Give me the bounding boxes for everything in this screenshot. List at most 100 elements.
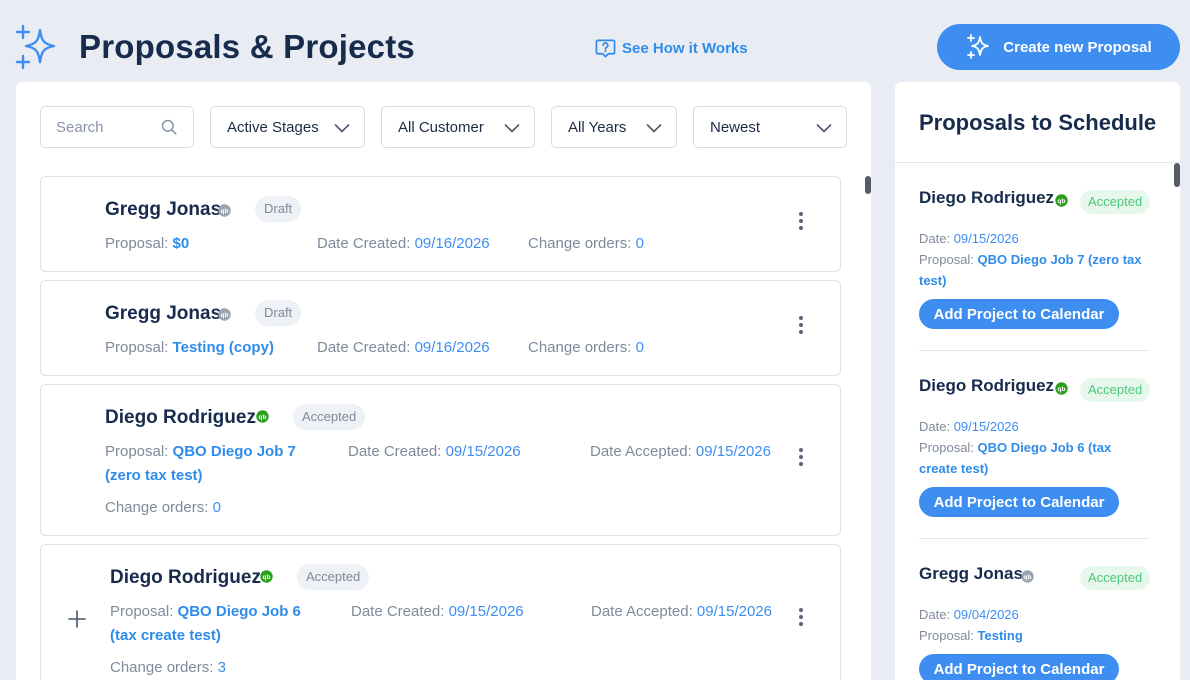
proposal-label: Proposal: [919,440,974,455]
date-created-field: Date Created: 09/15/2026 [351,600,524,624]
quickbooks-icon: qb [256,410,269,423]
change-orders-field: Change orders: 3 [110,656,226,680]
stage-filter-dropdown[interactable]: Active Stages [210,106,365,148]
change-orders-field: Change orders: 0 [528,232,644,256]
chevron-down-icon [504,124,520,133]
proposal-field: Proposal: QBO Diego Job 6 (tax create te… [110,600,325,648]
chevron-down-icon [816,124,832,133]
divider [919,538,1150,539]
divider [919,350,1150,351]
sparkle-icon [15,24,56,70]
search-input[interactable] [56,117,156,137]
date-accepted-label: Date Accepted: [591,603,693,620]
change-orders-value: 3 [217,659,226,676]
quickbooks-icon: qb [218,308,231,321]
date-created-value: 09/15/2026 [448,603,524,620]
proposal-field: Proposal: Testing (copy) [105,336,274,360]
more-options-icon[interactable] [798,316,804,336]
customer-name: Diego Rodriguez [105,407,256,428]
quickbooks-icon: qb [1021,570,1034,583]
customer-name: Gregg Jonas [105,199,222,220]
more-options-icon[interactable] [798,212,804,232]
add-project-to-calendar-button[interactable]: Add Project to Calendar [919,654,1119,680]
proposal-link[interactable]: Testing [978,628,1023,643]
date-accepted-value: 09/15/2026 [696,603,772,620]
add-project-to-calendar-button[interactable]: Add Project to Calendar [919,299,1119,329]
status-badge: Accepted [1080,190,1151,214]
date-value: 09/15/2026 [953,419,1019,434]
customer-name: Diego Rodriguez [110,567,261,588]
svg-text:qb: qb [1058,386,1066,393]
see-how-it-works-label: See How it Works [622,39,748,57]
schedule-item: Gregg Jonas qb Accepted Date: 09/04/2026… [919,564,1151,680]
date-label: Date: [919,607,951,622]
year-filter-value: All Years [568,119,627,136]
quickbooks-icon: qb [218,204,231,217]
help-chat-icon [595,39,616,57]
change-orders-field: Change orders: 0 [528,336,644,360]
change-orders-label: Change orders: [528,235,632,252]
svg-text:qb: qb [1024,574,1032,581]
date-created-label: Date Created: [317,235,411,252]
customer-filter-dropdown[interactable]: All Customer [381,106,535,148]
proposals-to-schedule-panel: Proposals to Schedule Diego Rodriguez qb… [895,82,1180,680]
stage-filter-value: Active Stages [227,119,319,136]
proposal-field: Proposal: Testing [919,625,1150,646]
create-new-proposal-button[interactable]: Create new Proposal [937,24,1180,70]
list-scrollbar[interactable] [865,176,871,194]
date-created-value: 09/16/2026 [414,339,490,356]
status-badge: Accepted [1080,378,1151,402]
proposal-card[interactable]: Gregg Jonas qb Draft Proposal: Testing (… [40,280,841,376]
create-new-proposal-label: Create new Proposal [1003,38,1152,56]
date-created-field: Date Created: 09/15/2026 [348,440,521,464]
divider [895,162,1180,163]
customer-name: Diego Rodriguez [919,188,1055,207]
svg-text:qb: qb [1058,198,1066,205]
proposal-field: Proposal: $0 [105,232,189,256]
change-orders-value: 0 [635,235,644,252]
date-value: 09/04/2026 [953,607,1019,622]
proposal-card[interactable]: Gregg Jonas qb Draft Proposal: $0 Date C… [40,176,841,272]
date-field: Date: 09/15/2026 [919,228,1150,249]
date-created-label: Date Created: [348,443,442,460]
customer-name: Gregg Jonas [919,564,1023,583]
more-options-icon[interactable] [798,608,804,628]
change-orders-label: Change orders: [528,339,632,356]
date-created-field: Date Created: 09/16/2026 [317,232,490,256]
panel-title: Proposals to Schedule [919,110,1157,135]
proposal-card[interactable]: Diego Rodriguez qb Accepted Proposal: QB… [40,544,841,680]
customer-name: Diego Rodriguez [919,376,1055,395]
more-options-icon[interactable] [798,448,804,468]
chevron-down-icon [646,124,662,133]
date-value: 09/15/2026 [953,231,1019,246]
proposal-label: Proposal: [110,603,174,620]
proposal-link[interactable]: Testing (copy) [173,339,274,356]
status-badge: Accepted [1080,566,1151,590]
quickbooks-icon: qb [260,570,273,583]
proposal-link[interactable]: $0 [173,235,190,252]
change-orders-label: Change orders: [110,659,214,676]
proposal-label: Proposal: [105,235,169,252]
sparkle-icon [967,34,990,59]
customer-filter-value: All Customer [398,119,484,136]
proposal-card[interactable]: Diego Rodriguez qb Accepted Proposal: QB… [40,384,841,536]
sort-dropdown[interactable]: Newest [693,106,847,148]
svg-text:qb: qb [221,312,229,319]
schedule-item: Diego Rodriguez qb Accepted Date: 09/15/… [919,188,1151,351]
svg-text:qb: qb [221,208,229,215]
filter-bar: Active Stages All Customer All Years New… [40,106,850,148]
date-label: Date: [919,231,951,246]
date-accepted-value: 09/15/2026 [695,443,771,460]
see-how-it-works-link[interactable]: See How it Works [595,37,748,59]
search-field[interactable] [40,106,194,148]
schedule-scrollbar[interactable] [1174,163,1180,187]
date-field: Date: 09/15/2026 [919,416,1150,437]
change-orders-value: 0 [635,339,644,356]
proposal-label: Proposal: [105,339,169,356]
proposal-label: Proposal: [105,443,169,460]
proposal-label: Proposal: [919,252,974,267]
add-project-to-calendar-button[interactable]: Add Project to Calendar [919,487,1119,517]
search-icon [161,119,177,135]
plus-icon[interactable] [67,609,87,629]
year-filter-dropdown[interactable]: All Years [551,106,677,148]
